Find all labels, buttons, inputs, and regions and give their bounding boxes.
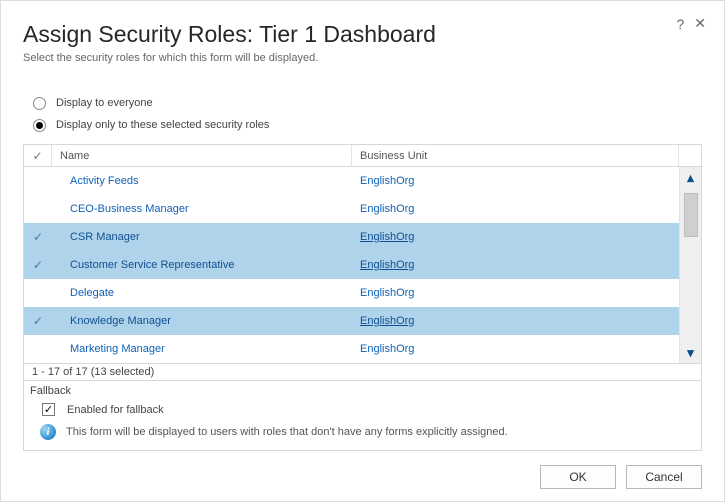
row-business-unit[interactable]: EnglishOrg bbox=[352, 203, 679, 215]
row-name[interactable]: CEO-Business Manager bbox=[52, 203, 352, 215]
table-row[interactable]: ✓Customer Service RepresentativeEnglishO… bbox=[24, 251, 679, 279]
fallback-section: Fallback ✓ Enabled for fallback i This f… bbox=[23, 381, 702, 451]
grid-header: ✓ Name Business Unit bbox=[24, 145, 701, 167]
info-icon: i bbox=[40, 424, 56, 440]
row-check-icon: ✓ bbox=[24, 258, 52, 272]
vertical-scrollbar[interactable]: ▴ ▾ bbox=[679, 167, 701, 363]
radio-display-selected-label: Display only to these selected security … bbox=[56, 119, 269, 131]
row-name[interactable]: CSR Manager bbox=[52, 231, 352, 243]
row-check-icon: ✓ bbox=[24, 314, 52, 328]
roles-grid: ✓ Name Business Unit Activity FeedsEngli… bbox=[23, 144, 702, 364]
row-name[interactable]: Customer Service Representative bbox=[52, 259, 352, 271]
row-name[interactable]: Marketing Manager bbox=[52, 343, 352, 355]
help-icon[interactable]: ? bbox=[676, 16, 684, 32]
dialog-subtitle: Select the security roles for which this… bbox=[23, 52, 702, 64]
ok-button[interactable]: OK bbox=[540, 465, 616, 489]
fallback-checkbox-label: Enabled for fallback bbox=[67, 404, 164, 416]
table-row[interactable]: ✓CSR ManagerEnglishOrg bbox=[24, 223, 679, 251]
assign-security-roles-dialog: ? ✕ Assign Security Roles: Tier 1 Dashbo… bbox=[0, 0, 725, 502]
row-business-unit[interactable]: EnglishOrg bbox=[352, 315, 679, 327]
radio-display-everyone-label: Display to everyone bbox=[56, 97, 153, 109]
select-all-checkbox[interactable]: ✓ bbox=[24, 145, 52, 166]
table-row[interactable]: Marketing ManagerEnglishOrg bbox=[24, 335, 679, 363]
column-header-name[interactable]: Name bbox=[52, 145, 352, 166]
table-row[interactable]: Activity FeedsEnglishOrg bbox=[24, 167, 679, 195]
table-row[interactable]: DelegateEnglishOrg bbox=[24, 279, 679, 307]
row-name[interactable]: Delegate bbox=[52, 287, 352, 299]
grid-status-text: 1 - 17 of 17 (13 selected) bbox=[23, 364, 702, 381]
scroll-down-icon[interactable]: ▾ bbox=[687, 346, 694, 359]
row-business-unit[interactable]: EnglishOrg bbox=[352, 259, 679, 271]
fallback-checkbox[interactable]: ✓ bbox=[42, 403, 55, 416]
row-name[interactable]: Activity Feeds bbox=[52, 175, 352, 187]
fallback-info-text: This form will be displayed to users wit… bbox=[66, 426, 508, 438]
row-business-unit[interactable]: EnglishOrg bbox=[352, 287, 679, 299]
table-row[interactable]: ✓Knowledge ManagerEnglishOrg bbox=[24, 307, 679, 335]
fallback-heading: Fallback bbox=[24, 383, 701, 401]
radio-display-selected[interactable] bbox=[33, 119, 46, 132]
scroll-up-icon[interactable]: ▴ bbox=[687, 171, 694, 184]
scroll-thumb[interactable] bbox=[684, 193, 698, 237]
row-name[interactable]: Knowledge Manager bbox=[52, 315, 352, 327]
table-row[interactable]: CEO-Business ManagerEnglishOrg bbox=[24, 195, 679, 223]
close-icon[interactable]: ✕ bbox=[694, 15, 706, 32]
row-business-unit[interactable]: EnglishOrg bbox=[352, 231, 679, 243]
cancel-button[interactable]: Cancel bbox=[626, 465, 702, 489]
row-business-unit[interactable]: EnglishOrg bbox=[352, 175, 679, 187]
row-business-unit[interactable]: EnglishOrg bbox=[352, 343, 679, 355]
radio-display-everyone[interactable] bbox=[33, 97, 46, 110]
column-header-business-unit[interactable]: Business Unit bbox=[352, 145, 679, 166]
row-check-icon: ✓ bbox=[24, 230, 52, 244]
dialog-title: Assign Security Roles: Tier 1 Dashboard bbox=[23, 21, 702, 48]
